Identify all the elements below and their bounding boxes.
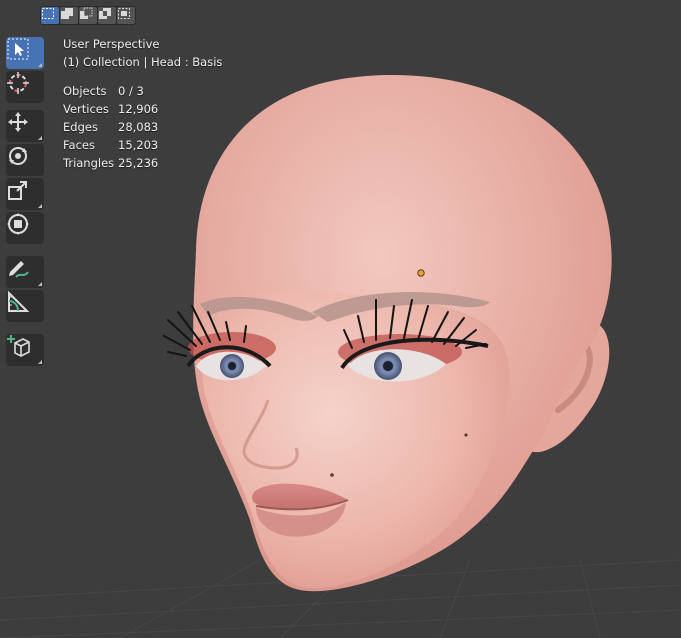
mode-intersect-button[interactable] [117,7,135,24]
stat-faces: Faces 15,203 [63,138,159,152]
scene-statistics: Objects 0 / 3 Vertices 12,906 Edges 28,0… [63,82,222,172]
measure-ruler-icon [8,290,30,312]
transform-icon [7,213,29,235]
tool-rotate[interactable] [6,144,44,176]
tool-add-cube[interactable] [6,334,44,366]
head-model[interactable] [163,74,612,592]
viewport-info-overlay: User Perspective (1) Collection | Head :… [63,35,222,172]
move-arrows-icon [8,112,28,132]
stat-vertices: Vertices 12,906 [63,102,159,116]
scale-icon [8,181,27,200]
view-name: User Perspective [63,37,160,51]
mode-set-new-button[interactable] [41,7,59,24]
mode-subtract-button[interactable] [79,7,97,24]
select-new-icon [42,8,54,19]
tool-move[interactable] [6,110,44,142]
tool-annotate[interactable] [6,256,44,288]
select-difference-icon [99,8,111,19]
3d-cursor-icon [7,72,29,94]
select-extend-icon [61,8,73,19]
tool-select-box[interactable] [6,37,44,69]
cursor-select-icon [7,38,29,60]
tool-measure[interactable] [6,290,44,322]
select-intersect-icon [118,8,130,19]
rotate-icon [9,147,27,165]
add-cube-icon [7,335,30,357]
tool-transform[interactable] [6,212,44,244]
annotate-pencil-icon [9,261,29,278]
select-subtract-icon [80,7,93,19]
tool-scale[interactable] [6,178,44,210]
mode-extend-button[interactable] [60,7,78,24]
stat-objects: Objects 0 / 3 [63,84,144,98]
context-line: (1) Collection | Head : Basis [63,55,223,69]
stat-edges: Edges 28,083 [63,120,159,134]
3d-viewport[interactable]: User Perspective (1) Collection | Head :… [0,0,681,638]
tool-cursor[interactable] [6,71,44,103]
selection-mode-bar [40,6,136,25]
stat-triangles: Triangles 25,236 [63,156,159,170]
origin-point[interactable] [417,269,425,277]
mode-difference-button[interactable] [98,7,116,24]
